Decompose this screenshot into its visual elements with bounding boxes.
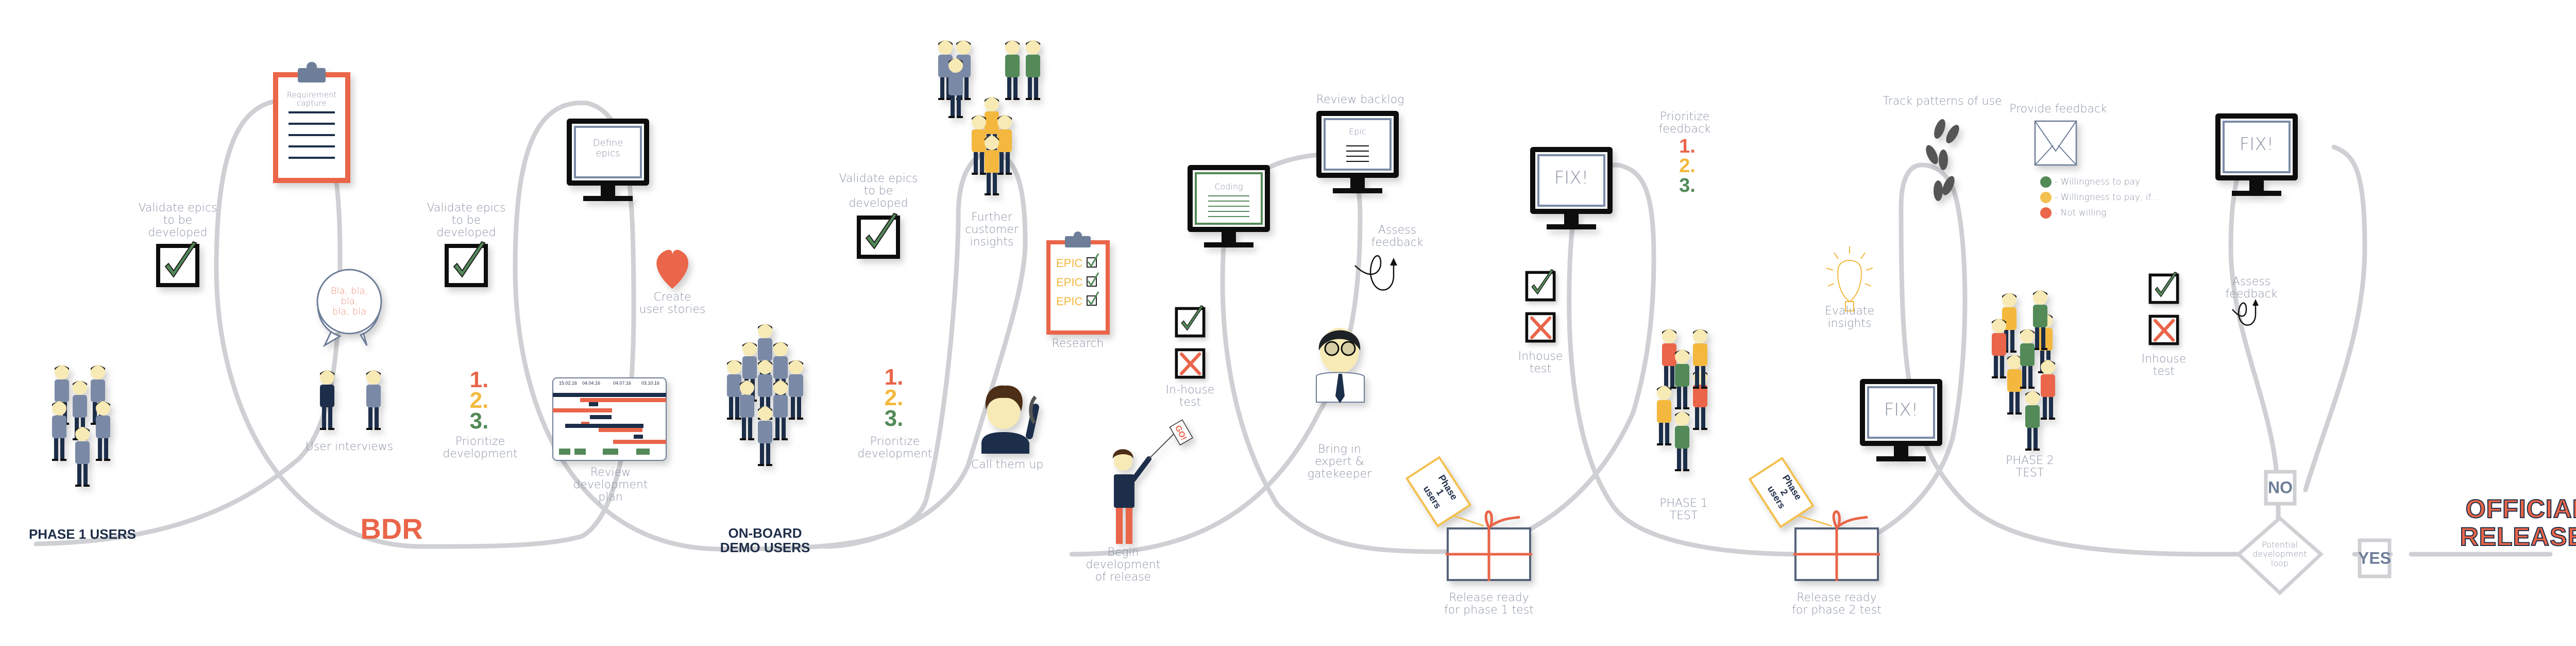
legend-dot <box>2040 192 2052 203</box>
evaluate-insights-label: Evaluate insights <box>1824 305 1875 330</box>
no-label: NO <box>2268 478 2293 497</box>
monitor-icon <box>1187 164 1271 249</box>
prioritize-development-label: Prioritize development <box>443 435 518 460</box>
assess-feedback-label: Assess feedback <box>1371 224 1423 249</box>
review-development-plan-label: Review development plan <box>573 466 648 504</box>
monitor-icon <box>566 118 650 202</box>
yes-label: YES <box>2358 549 2392 568</box>
checkbox-check-icon <box>158 242 197 285</box>
epic-screen-text: Epic <box>1349 126 1366 137</box>
epic-item: EPIC <box>1056 276 1083 289</box>
epic-item: EPIC <box>1056 295 1083 308</box>
monitor-icon <box>2214 112 2299 197</box>
prioritize-feedback-label: Prioritize feedback <box>1658 110 1711 136</box>
gantt-date: 15.02.16 <box>559 380 578 386</box>
fix-screen-text: FIX! <box>1554 168 1589 188</box>
legend-item: - Not willing <box>2040 207 2107 219</box>
legend-item: - Willingness to pay <box>2040 176 2140 188</box>
checkbox-check-icon <box>859 213 898 257</box>
phase1-test-group <box>1657 329 1707 471</box>
priority-3: 3. <box>1679 175 1696 196</box>
priority-3: 3. <box>884 406 904 431</box>
monitor-icon <box>1529 146 1614 230</box>
monitor-icon <box>1315 110 1400 194</box>
gift-box-icon <box>1793 511 1880 581</box>
validate-epics-label: Validate epics to be developed <box>427 202 506 239</box>
legend-label: - Willingness to pay <box>2055 177 2140 187</box>
coding-screen-text: Coding <box>1214 181 1243 192</box>
customer-insights-group <box>938 40 1040 195</box>
priority-2: 2. <box>1679 155 1696 177</box>
inhouse-test-label: In-house test <box>1165 384 1215 409</box>
provide-feedback-label: Provide feedback <box>2009 103 2107 115</box>
release-ready-phase1-label: Release ready for phase 1 test <box>1444 591 1534 617</box>
create-user-stories-label: Create user stories <box>639 291 706 316</box>
bdr-label: BDR <box>360 512 423 545</box>
gift-box-icon <box>1446 511 1532 581</box>
phase2-test-group <box>1992 290 2055 451</box>
clipboard-icon <box>273 62 350 183</box>
gantt-date: 03.10.16 <box>641 380 660 386</box>
call-them-up-label: Call them up <box>971 458 1044 471</box>
lightbulb-icon <box>1826 246 1873 311</box>
epic-item: EPIC <box>1056 257 1083 270</box>
envelope-icon <box>2034 120 2077 166</box>
official-release-label: OFFICIAL RELEASE! <box>2460 494 2576 551</box>
prioritize-development-label: Prioritize development <box>857 435 933 460</box>
phase1-users-label: PHASE 1 USERS <box>28 526 137 542</box>
gantt-date: 04.04.16 <box>582 380 601 386</box>
checkbox-cross-icon <box>2150 316 2177 343</box>
person-on-phone <box>981 385 1039 454</box>
user-interview-people <box>320 370 381 430</box>
legend-label: - Willingness to pay, if... <box>2055 192 2159 203</box>
onboard-demo-users-label: ON-BOARD DEMO USERS <box>720 525 810 555</box>
heart-icon <box>656 250 689 289</box>
begin-development-label: Begin development of release <box>1086 546 1161 584</box>
track-patterns-label: Track patterns of use <box>1883 95 2002 108</box>
footprints-icon <box>1926 119 1959 201</box>
assess-feedback-label: Assess feedback <box>2225 275 2278 301</box>
expert-gatekeeper <box>1316 328 1365 403</box>
fix-screen-text: FIX! <box>1884 400 1919 420</box>
checkbox-check-icon <box>447 242 486 285</box>
release-ready-phase2-label: Release ready for phase 2 test <box>1792 591 1882 617</box>
speech-bubble-text: Bla, bla, bla, bla, bla <box>330 286 368 317</box>
research-label: Research <box>1052 337 1104 350</box>
further-customer-insights-label: Further customer insights <box>965 211 1019 249</box>
decision-text: Potential development loop <box>2252 540 2307 568</box>
legend-label: - Not willing <box>2055 208 2107 218</box>
checkbox-cross-icon <box>1527 313 1554 341</box>
gantt-chart-icon <box>552 377 667 461</box>
checkbox-cross-icon <box>1176 350 1204 377</box>
phase1-test-label: PHASE 1 TEST <box>1659 497 1708 522</box>
bring-in-expert-label: Bring in expert & gatekeeper <box>1307 443 1372 481</box>
user-interviews-label: User interviews <box>305 440 394 453</box>
diagram-canvas <box>33 40 2553 595</box>
demo-users-group <box>727 324 803 466</box>
checkbox-check-icon <box>2150 272 2177 303</box>
priority-1: 1. <box>1679 136 1696 157</box>
legend-item: - Willingness to pay, if... <box>2040 192 2159 203</box>
inhouse-test-label: Inhouse test <box>1518 350 1563 375</box>
gantt-date: 04.07.16 <box>613 380 632 386</box>
process-diagram: PHASE 1 USERS BDR ON-BOARD DEMO USERS OF… <box>0 0 2576 646</box>
priority-3: 3. <box>469 408 489 434</box>
define-epics-text: Define epics <box>592 138 623 159</box>
review-backlog-label: Review backlog <box>1316 93 1404 106</box>
legend-dot <box>2040 176 2052 188</box>
phase1-users-group <box>52 365 110 487</box>
checkbox-check-icon <box>1176 306 1204 336</box>
fix-screen-text: FIX! <box>2239 134 2274 155</box>
validate-epics-label: Validate epics to be developed <box>839 172 918 210</box>
inhouse-test-label: Inhouse test <box>2141 353 2187 378</box>
validate-epics-label: Validate epics to be developed <box>138 202 217 239</box>
requirement-capture-text: Requirement capture <box>286 90 337 108</box>
phase2-test-label: PHASE 2 TEST <box>2006 454 2054 479</box>
checkbox-check-icon <box>1527 270 1554 300</box>
legend-dot <box>2040 207 2052 219</box>
